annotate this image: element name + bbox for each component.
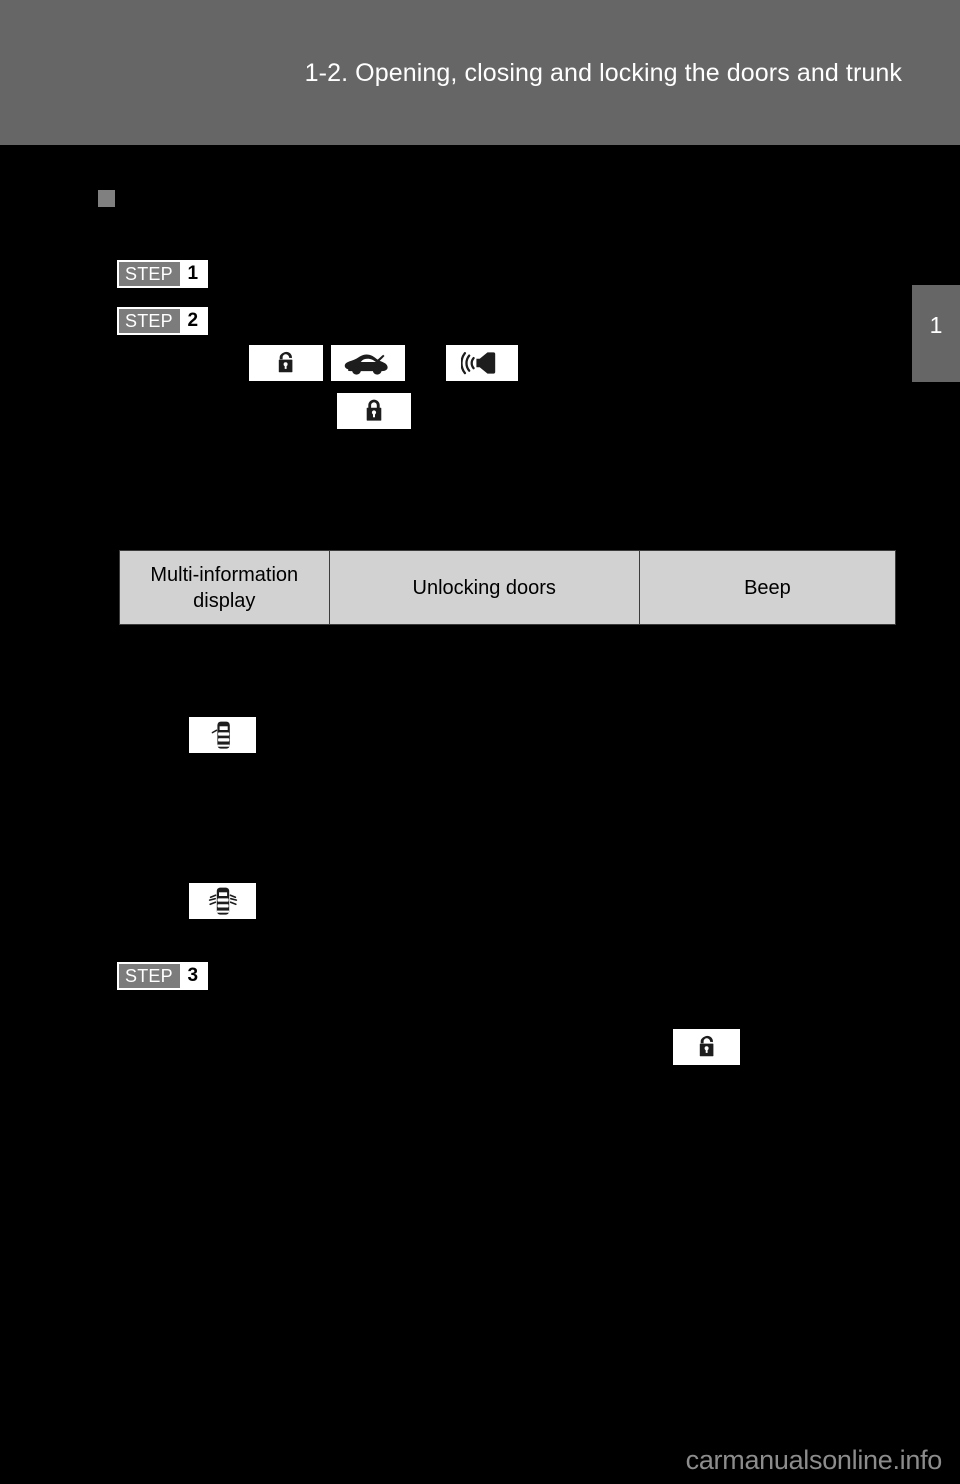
car-trunk-open-icon <box>331 345 405 381</box>
table-header-multi-information-display: Multi-information display <box>119 550 330 625</box>
section-bullet-icon <box>98 190 115 207</box>
step-number-2: 2 <box>179 309 206 333</box>
manual-page: 1-2. Opening, closing and locking the do… <box>0 0 960 1484</box>
page-title: 1-2. Opening, closing and locking the do… <box>304 59 902 87</box>
page-header-band: 1-2. Opening, closing and locking the do… <box>0 0 960 145</box>
site-watermark: carmanualsonline.info <box>685 1445 943 1475</box>
step-number-3: 3 <box>179 964 206 988</box>
status-table: Multi-information display Unlocking door… <box>119 550 897 625</box>
table-header-row: Multi-information display Unlocking door… <box>119 550 897 625</box>
table-header-unlocking-doors: Unlocking doors <box>328 550 640 625</box>
table-header-line-1: Multi-information <box>150 563 299 586</box>
step-badge-3: STEP 3 <box>117 962 208 990</box>
car-hazard-lights-icon <box>189 883 256 919</box>
step-badge-2: STEP 2 <box>117 307 208 335</box>
alarm-speaker-icon <box>446 345 518 381</box>
lock-padlock-icon <box>337 393 411 429</box>
step-label-1: STEP <box>119 262 180 286</box>
step-badge-1: STEP 1 <box>117 260 208 288</box>
chapter-tab-number: 1 <box>929 312 943 338</box>
step-label-3: STEP <box>119 964 180 988</box>
table-header-line-2: display <box>193 589 256 612</box>
step-label-2: STEP <box>119 309 180 333</box>
chapter-tab[interactable]: 1 <box>912 285 960 382</box>
step-number-1: 1 <box>179 262 206 286</box>
unlock-padlock-icon-secondary <box>673 1029 740 1065</box>
car-door-open-icon <box>189 717 256 753</box>
unlock-padlock-icon <box>249 345 323 381</box>
table-header-beep: Beep <box>638 550 897 625</box>
